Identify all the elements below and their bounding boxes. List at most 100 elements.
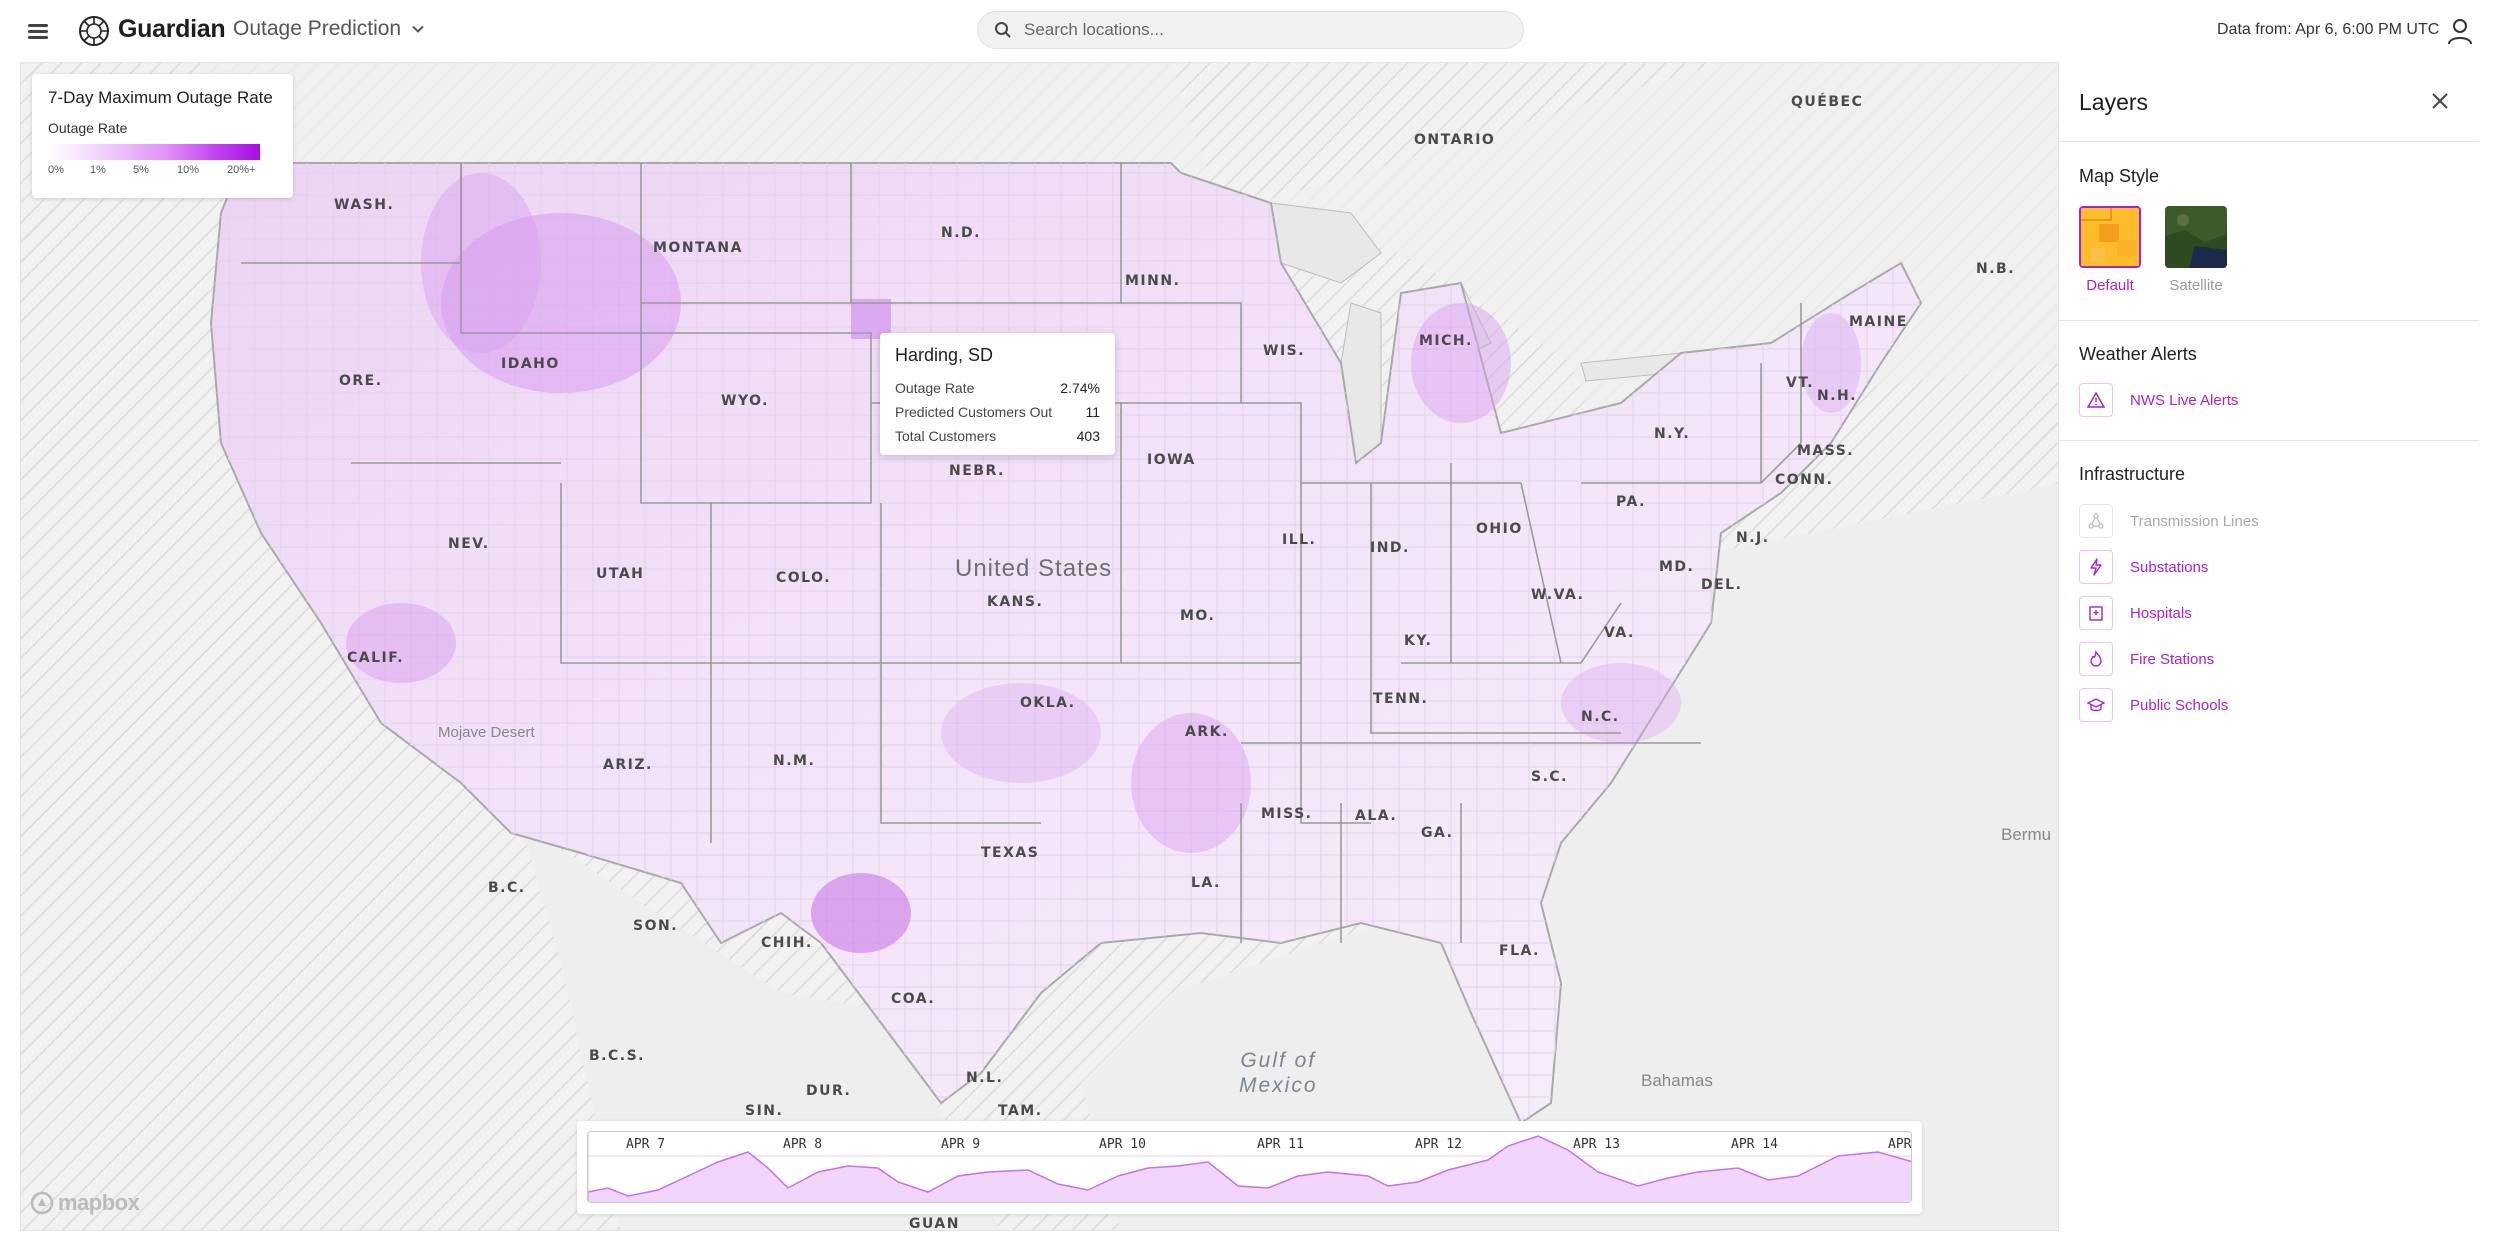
label-fla: FLA.	[1499, 943, 1540, 959]
layer-label: Public Schools	[2130, 696, 2229, 714]
label-tenn: TENN.	[1373, 691, 1429, 707]
outage-map[interactable]: WASH. ORE. CALIF. IDAHO NEV. MONTANA WYO…	[20, 62, 2060, 1231]
layers-panel: Layers Map Style Default Satellite Weath…	[2058, 62, 2479, 1231]
weather-alerts-title: Weather Alerts	[2079, 344, 2197, 364]
legend-tick: 20%+	[227, 164, 256, 176]
layer-public-schools[interactable]: Public Schools	[2079, 688, 2228, 722]
user-icon[interactable]	[2444, 15, 2476, 47]
mode-label: Outage Prediction	[233, 17, 402, 40]
default-map-thumbnail	[2081, 208, 2139, 266]
timeline-day-label: APR 10	[1099, 1137, 1146, 1152]
label-sin: SIN.	[745, 1103, 784, 1119]
tooltip-label: Outage Rate	[895, 380, 975, 396]
tooltip-value: 403	[1076, 428, 1100, 444]
timeline-scrubber[interactable]: APR 7 APR 8 APR 9 APR 10 APR 11 APR 12 A…	[587, 1131, 1912, 1203]
timeline-day-label: APR 13	[1573, 1137, 1620, 1152]
label-la: LA.	[1191, 875, 1221, 891]
layer-label: Transmission Lines	[2130, 512, 2259, 530]
timeline-day-label: APR 11	[1257, 1137, 1304, 1152]
map-style-title: Map Style	[2079, 166, 2160, 186]
label-texas: TEXAS	[981, 845, 1040, 861]
layer-nws-alerts[interactable]: NWS Live Alerts	[2079, 383, 2238, 417]
brand-name: Guardian	[118, 15, 226, 43]
style-default-thumb[interactable]	[2079, 206, 2141, 268]
label-maine: MAINE	[1849, 314, 1908, 330]
legend-color-ramp	[48, 144, 260, 160]
data-timestamp: Data from: Apr 6, 6:00 PM UTC	[2217, 21, 2440, 38]
label-kans: KANS.	[987, 594, 1044, 610]
mapbox-logo-icon	[30, 1191, 54, 1215]
style-satellite-label[interactable]: Satellite	[2156, 277, 2236, 294]
label-ga: GA.	[1421, 825, 1454, 841]
label-nev: NEV.	[448, 536, 490, 552]
label-nb: N.B.	[1976, 261, 2016, 277]
transmission-icon	[2079, 504, 2113, 538]
label-vt: VT.	[1786, 375, 1815, 391]
label-nh: N.H.	[1817, 388, 1858, 404]
label-wyo: WYO.	[721, 393, 769, 409]
timeline-day-label: APR 12	[1415, 1137, 1462, 1152]
label-mo: MO.	[1180, 608, 1216, 624]
label-ore: ORE.	[339, 373, 383, 389]
layer-transmission-lines[interactable]: Transmission Lines	[2079, 504, 2259, 538]
label-bc: B.C.	[488, 880, 526, 896]
label-coa: COA.	[891, 991, 936, 1007]
label-wva: W.VA.	[1531, 587, 1585, 603]
infrastructure-title: Infrastructure	[2079, 464, 2186, 484]
menu-icon[interactable]	[24, 18, 54, 44]
tooltip-row: Predicted Customers Out 11	[895, 400, 1100, 424]
map-canvas	[21, 63, 2059, 1230]
app-header: Guardian Outage Prediction Data from: Ap…	[0, 0, 2500, 62]
label-nl: N.L.	[966, 1070, 1004, 1086]
label-conn: CONN.	[1775, 472, 1834, 488]
legend-tick: 10%	[177, 164, 200, 176]
label-ky: KY.	[1404, 633, 1433, 649]
label-wash: WASH.	[334, 197, 395, 213]
label-ariz: ARIZ.	[603, 757, 653, 773]
label-nd: N.D.	[941, 225, 981, 241]
label-mich: MICH.	[1419, 333, 1473, 349]
label-va: VA.	[1604, 625, 1635, 641]
timeline-day-label: APR 8	[783, 1137, 823, 1152]
map-legend: 7-Day Maximum Outage Rate Outage Rate 0%…	[32, 74, 293, 198]
chevron-down-icon	[412, 25, 424, 33]
timeline-day-label: APR 9	[941, 1137, 981, 1152]
style-default-label[interactable]: Default	[2070, 277, 2150, 294]
county-tooltip: Harding, SD Outage Rate 2.74% Predicted …	[880, 333, 1115, 455]
label-nm: N.M.	[773, 753, 816, 769]
divider	[2059, 320, 2479, 321]
label-minn: MINN.	[1125, 273, 1181, 289]
tooltip-row: Outage Rate 2.74%	[895, 376, 1100, 400]
label-del: DEL.	[1701, 577, 1743, 593]
search-bar[interactable]	[977, 11, 1524, 49]
search-input[interactable]	[1024, 20, 1484, 40]
layer-hospitals[interactable]: Hospitals	[2079, 596, 2192, 630]
legend-tick: 0%	[48, 164, 64, 176]
bahamas-label: Bahamas	[1641, 1071, 1713, 1090]
label-sc: S.C.	[1531, 769, 1568, 785]
label-nj: N.J.	[1736, 530, 1770, 546]
style-satellite-thumb[interactable]	[2165, 206, 2227, 268]
tooltip-label: Predicted Customers Out	[895, 404, 1053, 420]
mapbox-attribution[interactable]: mapbox	[30, 1190, 140, 1216]
layer-substations[interactable]: Substations	[2079, 550, 2208, 584]
mode-selector[interactable]: Outage Prediction	[233, 17, 425, 41]
tooltip-value: 11	[1085, 404, 1100, 420]
label-ill: ILL.	[1282, 532, 1317, 548]
legend-tick: 5%	[133, 164, 149, 176]
label-chih: CHIH.	[761, 935, 813, 951]
label-iowa: IOWA	[1147, 452, 1196, 468]
panel-title: Layers	[2079, 89, 2149, 115]
close-icon[interactable]	[2427, 88, 2453, 114]
layer-fire-stations[interactable]: Fire Stations	[2079, 642, 2214, 676]
label-ohio: OHIO	[1476, 521, 1523, 537]
layer-label: NWS Live Alerts	[2130, 391, 2239, 409]
label-miss: MISS.	[1261, 806, 1313, 822]
tooltip-value: 2.74%	[1060, 380, 1100, 396]
label-ark: ARK.	[1185, 724, 1229, 740]
bermuda-label: Bermu	[2001, 825, 2052, 844]
gulf-label-line-2: Mexico	[1239, 1074, 1318, 1097]
tooltip-row: Total Customers 403	[895, 424, 1100, 448]
label-bcs: B.C.S.	[589, 1048, 645, 1064]
label-ind: IND.	[1370, 540, 1410, 556]
